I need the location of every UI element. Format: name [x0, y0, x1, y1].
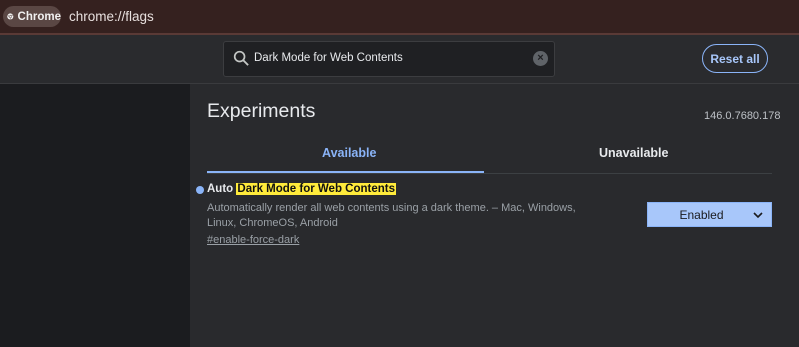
flag-anchor-link[interactable]: #enable-force-dark — [207, 234, 299, 246]
reset-all-button[interactable]: Reset all — [702, 44, 768, 73]
clear-icon[interactable]: × — [533, 51, 548, 66]
address-bar: Chrome chrome://flags — [0, 0, 799, 35]
experiments-panel: Experiments 146.0.7680.178 Available Una… — [190, 84, 799, 347]
flag-prefix: Auto — [207, 183, 234, 195]
select-value: Enabled — [679, 207, 724, 222]
flag-description: Automatically render all web contents us… — [207, 202, 576, 229]
site-chip[interactable]: Chrome — [3, 6, 61, 27]
chevron-down-icon — [753, 211, 763, 218]
url-text[interactable]: chrome://flags — [69, 9, 154, 24]
chip-label: Chrome — [17, 10, 61, 23]
modified-indicator — [196, 186, 204, 194]
search-icon — [233, 50, 249, 66]
page-title: Experiments — [207, 100, 316, 122]
tab-available[interactable]: Available — [322, 146, 376, 160]
search-input[interactable]: Dark Mode for Web Contents × — [223, 41, 555, 77]
version-label: 146.0.7680.178 — [704, 110, 781, 122]
tab-divider — [207, 173, 772, 174]
search-value: Dark Mode for Web Contents — [254, 52, 403, 64]
tab-unavailable[interactable]: Unavailable — [599, 146, 668, 160]
flag-name-highlight: Dark Mode for Web Contents — [236, 183, 396, 195]
left-gutter — [0, 84, 190, 347]
flag-title: Auto Dark Mode for Web Contents — [207, 183, 396, 195]
chrome-logo-icon — [7, 13, 14, 20]
flags-header: Dark Mode for Web Contents × Reset all — [0, 35, 799, 84]
flag-state-select[interactable]: Enabled — [647, 202, 772, 227]
